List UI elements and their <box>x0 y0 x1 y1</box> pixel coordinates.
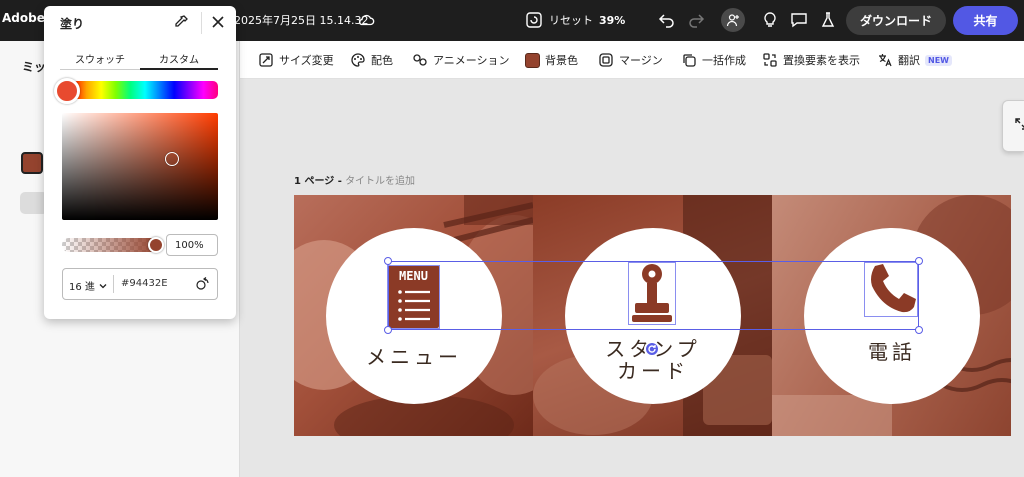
resize-handle-top-right[interactable] <box>915 257 923 265</box>
fill-color-popover: 塗り スウォッチ カスタム 100% 16 進 #94432E <box>44 6 236 319</box>
hue-slider-handle[interactable] <box>54 78 80 104</box>
margin-icon <box>599 53 613 67</box>
document-title[interactable]: 2025年7月25日 15.14.32 <box>234 12 368 28</box>
zoom-level[interactable]: 39% <box>599 9 625 31</box>
color-scheme-label: 配色 <box>371 54 393 67</box>
hex-separator <box>113 275 114 293</box>
page-number: 1 ページ - <box>294 176 342 187</box>
reset-label: リセット <box>549 14 593 27</box>
translate-icon <box>879 54 892 67</box>
tab-custom[interactable]: カスタム <box>159 51 199 66</box>
palette-icon <box>351 53 365 67</box>
eyedropper-icon[interactable] <box>173 14 189 30</box>
translate-button[interactable]: 翻訳 NEW <box>877 51 952 69</box>
popover-separator <box>201 12 202 34</box>
left-panel-title: ミッ <box>22 60 47 74</box>
background-color-swatch <box>525 52 540 68</box>
margin-label: マージン <box>619 54 663 67</box>
rotate-handle[interactable] <box>644 341 660 357</box>
comment-icon[interactable] <box>790 11 808 29</box>
margin-button[interactable]: マージン <box>598 51 663 69</box>
phone-label[interactable]: 電話 <box>832 340 952 364</box>
rotate-icon <box>648 345 656 353</box>
share-button[interactable]: 共有 <box>953 6 1018 35</box>
reset-button[interactable]: リセット <box>525 9 593 31</box>
background-color-button[interactable]: 背景色 <box>525 51 578 69</box>
hue-slider[interactable] <box>72 81 218 99</box>
expand-icon <box>1015 118 1024 130</box>
animation-label: アニメーション <box>433 54 510 67</box>
chevron-down-icon <box>99 283 107 288</box>
selected-phone-icon-outline <box>864 262 918 317</box>
replace-icon <box>763 53 777 67</box>
lightbulb-icon[interactable] <box>761 11 779 29</box>
active-tab-indicator <box>140 68 218 70</box>
animation-button[interactable]: アニメーション <box>412 51 510 69</box>
redo-icon[interactable] <box>687 11 705 29</box>
download-button[interactable]: ダウンロード <box>846 6 946 35</box>
hex-color-input[interactable]: #94432E <box>121 278 168 289</box>
invite-button[interactable] <box>721 8 745 32</box>
color-format-dropdown[interactable]: 16 進 <box>69 278 107 293</box>
resize-icon <box>259 53 273 67</box>
cloud-icon[interactable] <box>357 11 375 29</box>
context-toolbar: サイズ変更 配色 アニメーション 背景色 マージン 一括作成 置換要素を表示 翻… <box>240 41 1024 79</box>
menu-label[interactable]: メニュー <box>354 345 474 369</box>
new-badge: NEW <box>925 54 952 66</box>
close-icon[interactable] <box>210 14 226 30</box>
resize-handle-bottom-left[interactable] <box>384 326 392 334</box>
page-title-placeholder[interactable]: タイトルを追加 <box>345 176 415 187</box>
stamp-card-label-line2[interactable]: カード <box>592 359 714 383</box>
fill-popover-title: 塗り <box>60 17 85 31</box>
flask-icon[interactable] <box>819 11 837 29</box>
show-replaceable-label: 置換要素を表示 <box>783 54 860 67</box>
background-color-label: 背景色 <box>545 54 578 67</box>
resize-label: サイズ変更 <box>279 54 334 67</box>
bulk-create-button[interactable]: 一括作成 <box>681 51 746 69</box>
add-person-icon <box>726 14 739 27</box>
bulk-create-icon <box>683 54 696 67</box>
page-label[interactable]: 1 ページ - タイトルを追加 <box>294 172 415 187</box>
selected-stamp-icon-outline <box>628 262 676 325</box>
saturation-value-picker[interactable] <box>62 113 218 220</box>
side-panel-toggle[interactable] <box>1002 100 1024 152</box>
show-replaceable-button[interactable]: 置換要素を表示 <box>762 51 860 69</box>
animation-icon <box>413 54 427 66</box>
swap-colors-icon[interactable] <box>195 276 211 292</box>
color-scheme-button[interactable]: 配色 <box>350 51 393 69</box>
translate-label: 翻訳 <box>898 54 920 67</box>
hex-input-group: 16 進 #94432E <box>62 268 218 300</box>
opacity-slider[interactable] <box>62 238 158 252</box>
bulk-create-label: 一括作成 <box>702 54 746 67</box>
fill-color-swatch[interactable] <box>21 152 43 174</box>
resize-button[interactable]: サイズ変更 <box>258 51 334 69</box>
undo-icon[interactable] <box>658 11 676 29</box>
tab-swatches[interactable]: スウォッチ <box>75 51 125 66</box>
color-picker-handle[interactable] <box>165 152 179 166</box>
zoom-value: 39% <box>599 13 626 27</box>
reset-icon <box>526 12 542 28</box>
resize-handle-bottom-right[interactable] <box>915 326 923 334</box>
opacity-slider-handle[interactable] <box>148 237 164 253</box>
selected-menu-icon-outline <box>387 265 440 329</box>
opacity-input[interactable]: 100% <box>166 234 218 256</box>
resize-handle-top-left[interactable] <box>384 257 392 265</box>
color-format-label: 16 進 <box>69 282 95 293</box>
